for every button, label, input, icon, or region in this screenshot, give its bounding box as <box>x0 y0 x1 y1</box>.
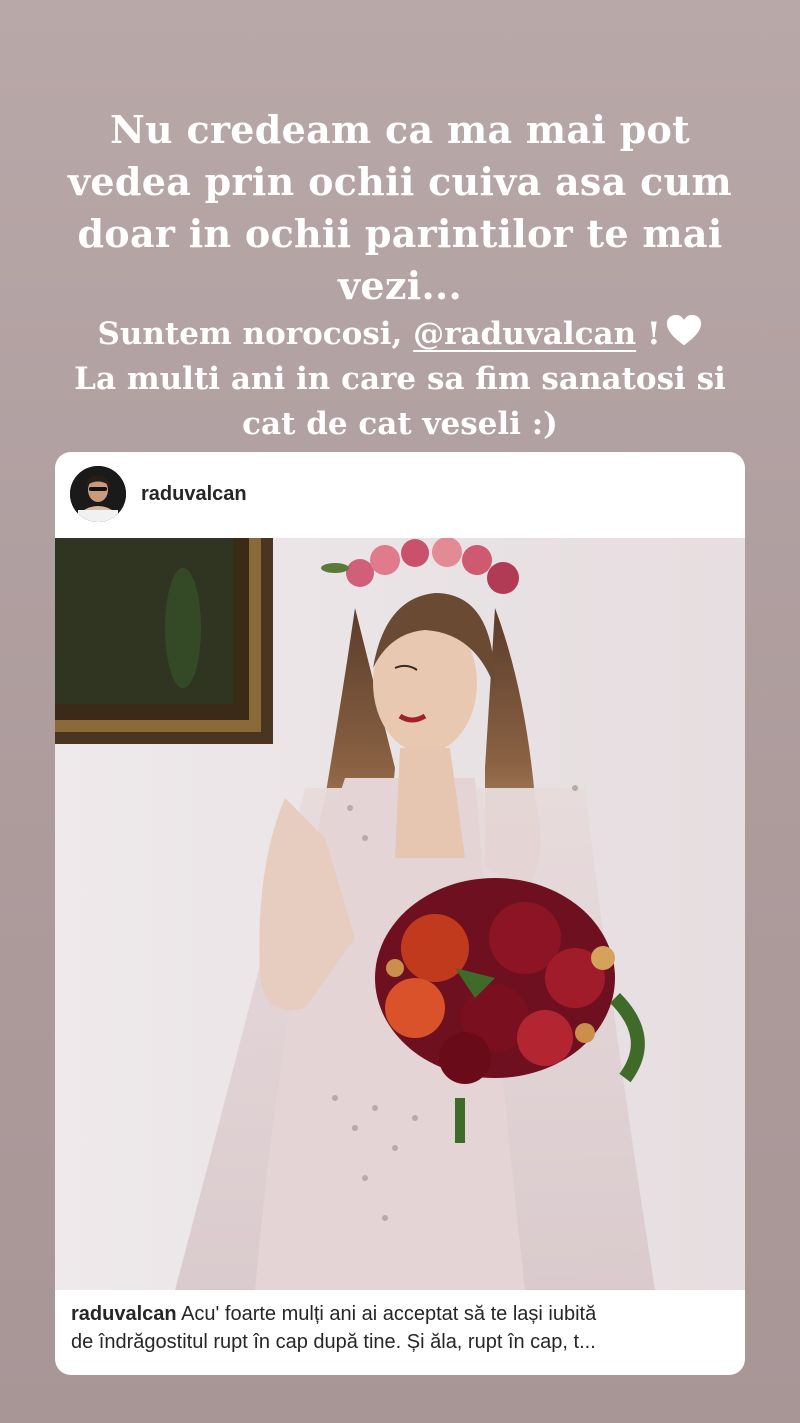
quote-line: Nu credeam ca ma mai pot <box>110 107 690 152</box>
post-username[interactable]: raduvalcan <box>141 483 247 506</box>
message-line-2: La multi ani in care sa fim sanatosi si <box>74 361 726 397</box>
message-suffix: ! <box>636 316 661 352</box>
post-header[interactable]: raduvalcan <box>55 452 745 538</box>
caption-line-2: de îndrăgostitul rupt în cap după tine. … <box>71 1331 596 1353</box>
shared-post-card[interactable]: raduvalcan raduvalcan Acu' foarte mulți … <box>55 452 745 1375</box>
caption-text-1: Acu' foarte mulți ani ai acceptat să te … <box>176 1303 597 1325</box>
avatar[interactable] <box>70 466 126 522</box>
story-text-overlay: Nu credeam ca ma mai pot vedea prin ochi… <box>0 104 800 447</box>
caption-line-1: raduvalcan Acu' foarte mulți ani ai acce… <box>71 1300 731 1328</box>
white-heart-icon <box>666 314 701 346</box>
post-caption[interactable]: raduvalcan Acu' foarte mulți ani ai acce… <box>71 1300 731 1356</box>
caption-username[interactable]: raduvalcan <box>71 1303 177 1325</box>
mention-link[interactable]: @raduvalcan <box>413 316 636 352</box>
message-line-3: cat de cat veseli :) <box>242 406 558 442</box>
quote-line: vedea prin ochii cuiva asa cum <box>68 159 732 204</box>
message-prefix: Suntem norocosi, <box>97 316 414 352</box>
post-photo[interactable] <box>55 537 745 1290</box>
message-line-1: Suntem norocosi, @raduvalcan ! <box>0 312 800 357</box>
quote-line: doar in ochii parintilor te mai <box>77 211 723 256</box>
quote-line: vezi... <box>337 263 463 308</box>
